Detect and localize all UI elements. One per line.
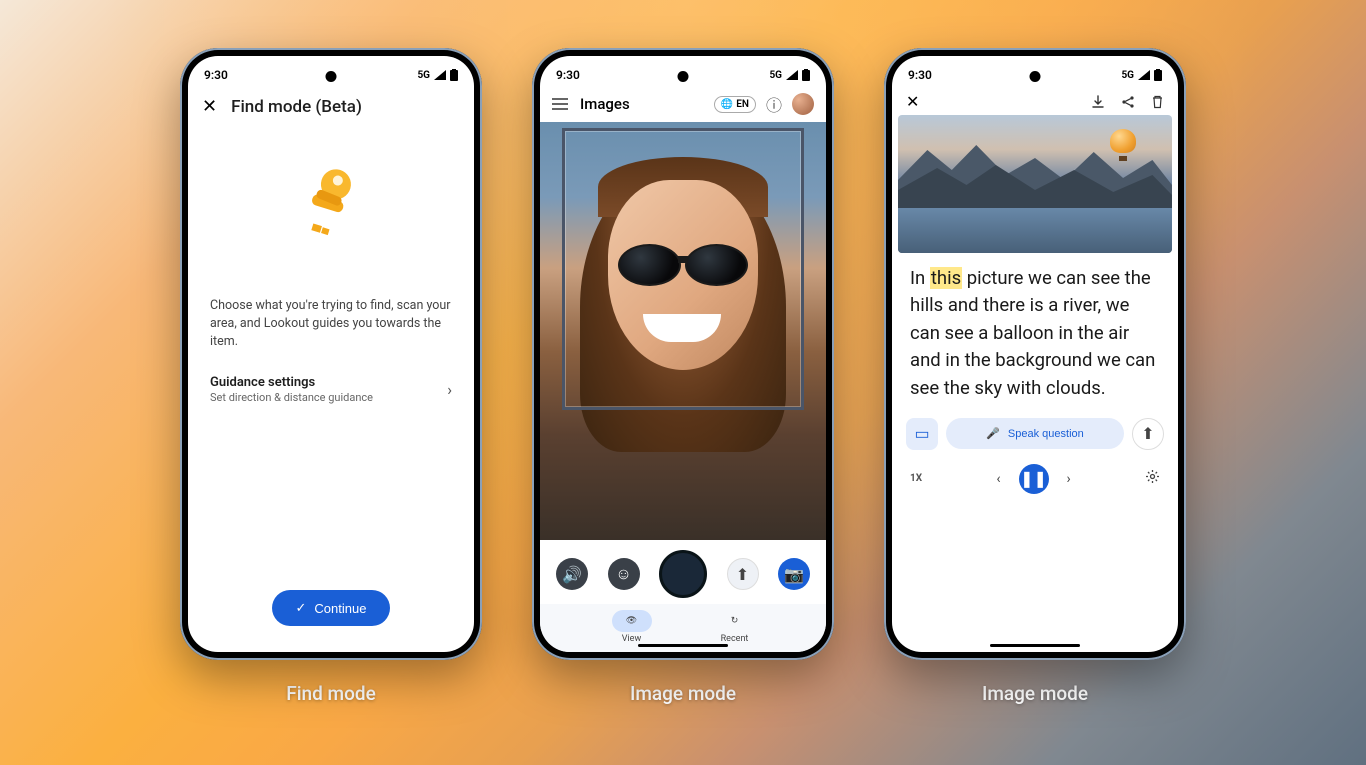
tab-recent-label: Recent <box>721 634 749 644</box>
caption-phone2: Image mode <box>630 682 736 705</box>
close-icon[interactable]: ✕ <box>906 92 919 111</box>
delete-icon[interactable] <box>1151 95 1164 109</box>
playback-speed[interactable]: 1X <box>910 473 922 484</box>
status-network: 5G <box>417 70 430 81</box>
next-button[interactable]: › <box>1067 471 1071 487</box>
phone-frame: 9:30 5G ✕ Find mode (Beta) <box>180 48 482 660</box>
phone-frame: 9:30 5G Images 🌐 EN ⓘ <box>532 48 834 660</box>
balloon <box>1110 129 1136 163</box>
phone-3-wrapper: 9:30 5G ✕ <box>884 48 1186 705</box>
signal-icon <box>434 70 446 80</box>
caption-button[interactable]: ▭ <box>906 418 938 450</box>
page-title: Find mode (Beta) <box>231 97 362 117</box>
caption-phone3: Image mode <box>982 682 1088 705</box>
home-indicator <box>990 644 1080 647</box>
phone-frame: 9:30 5G ✕ <box>884 48 1186 660</box>
upload-icon: ⬆ <box>1141 424 1154 443</box>
landscape-image <box>898 115 1172 253</box>
caption-icon: ▭ <box>914 424 929 443</box>
battery-icon <box>802 69 810 81</box>
hamburger-icon[interactable] <box>552 98 568 110</box>
upload-button[interactable]: ⬆ <box>727 558 759 590</box>
phone-1-wrapper: 9:30 5G ✕ Find mode (Beta) <box>180 48 482 705</box>
tab-recent[interactable]: ↻ Recent <box>715 610 755 644</box>
battery-icon <box>1154 69 1162 81</box>
camera-cutout <box>678 71 689 82</box>
phone-2-wrapper: 9:30 5G Images 🌐 EN ⓘ <box>532 48 834 705</box>
settings-button[interactable] <box>1145 469 1160 488</box>
avatar[interactable] <box>792 93 814 115</box>
page-title: Images <box>580 95 630 113</box>
info-icon[interactable]: ⓘ <box>766 92 782 116</box>
audio-button[interactable]: 🔊 <box>556 558 588 590</box>
camera-icon: 📷 <box>784 565 804 584</box>
desc-pre: In <box>910 267 930 289</box>
status-network: 5G <box>1121 70 1134 81</box>
play-pause-button[interactable]: ❚❚ <box>1019 464 1049 494</box>
download-icon[interactable] <box>1091 95 1105 109</box>
guidance-settings-row[interactable]: Guidance settings Set direction & distan… <box>210 371 452 408</box>
status-network: 5G <box>769 70 782 81</box>
camera-cutout <box>326 71 337 82</box>
share-icon[interactable] <box>1121 95 1135 109</box>
settings-title: Guidance settings <box>210 375 373 390</box>
speaker-icon: 🔊 <box>562 565 582 584</box>
signal-icon <box>786 70 798 80</box>
face-button[interactable]: ☺ <box>608 558 640 590</box>
key-illustration <box>291 163 371 253</box>
camera-cutout <box>1030 71 1041 82</box>
eye-icon: 👁 <box>626 616 637 626</box>
language-selector[interactable]: 🌐 EN <box>714 96 756 113</box>
status-time: 9:30 <box>204 68 228 82</box>
speak-question-button[interactable]: 🎤 Speak question <box>946 418 1124 449</box>
globe-icon: 🌐 <box>721 99 733 110</box>
face-icon: ☺ <box>615 564 631 584</box>
history-icon: ↻ <box>731 616 739 626</box>
status-time: 9:30 <box>908 68 932 82</box>
tab-view-label: View <box>622 634 641 644</box>
tab-view[interactable]: 👁 View <box>612 610 652 644</box>
chevron-right-icon: › <box>447 380 452 399</box>
pause-icon: ❚❚ <box>1020 469 1047 488</box>
image-description-text: In this picture we can see the hills and… <box>892 253 1178 412</box>
export-button[interactable]: ⬆ <box>1132 418 1164 450</box>
status-time: 9:30 <box>556 68 580 82</box>
signal-icon <box>1138 70 1150 80</box>
home-indicator <box>638 644 728 647</box>
continue-label: Continue <box>314 601 366 616</box>
close-icon[interactable]: ✕ <box>202 96 217 117</box>
mic-icon: 🎤 <box>986 427 1000 440</box>
prev-button[interactable]: ‹ <box>996 471 1000 487</box>
camera-viewfinder <box>540 122 826 540</box>
description-text: Choose what you're trying to find, scan … <box>210 297 452 351</box>
upload-icon: ⬆ <box>736 565 749 584</box>
detection-frame <box>562 128 804 410</box>
camera-toggle-button[interactable]: 📷 <box>778 558 810 590</box>
shutter-button[interactable] <box>659 550 707 598</box>
caption-phone1: Find mode <box>286 682 376 705</box>
check-icon: ✓ <box>296 600 307 616</box>
battery-icon <box>450 69 458 81</box>
continue-button[interactable]: ✓ Continue <box>272 590 391 626</box>
highlighted-word: this <box>930 267 962 289</box>
speak-label: Speak question <box>1008 428 1084 440</box>
settings-subtitle: Set direction & distance guidance <box>210 391 373 404</box>
language-code: EN <box>736 99 749 110</box>
